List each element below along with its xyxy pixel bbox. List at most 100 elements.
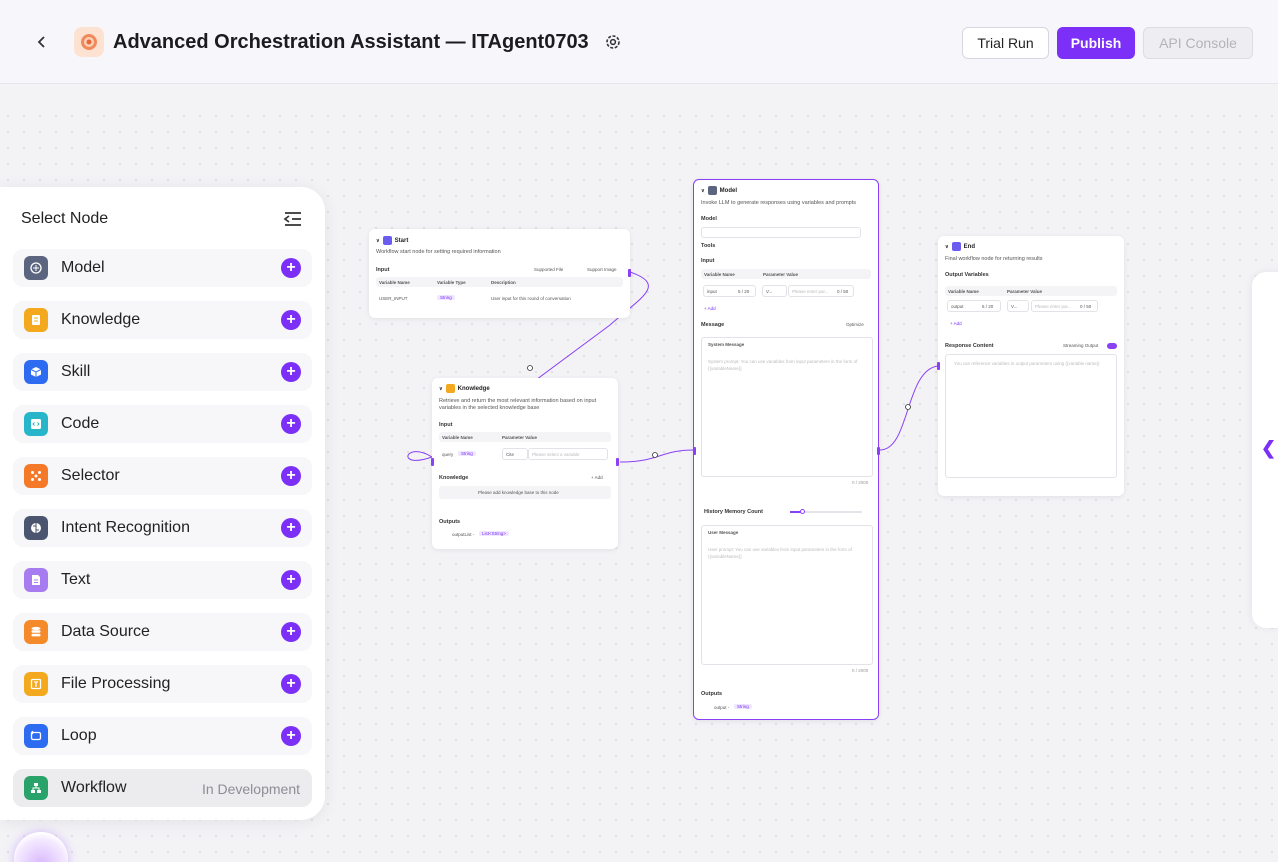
app-header: Advanced Orchestration Assistant — ITAge… <box>0 0 1278 84</box>
node-item-workflow[interactable]: Workflow In Development <box>13 769 312 807</box>
output-name: outputList - <box>452 532 475 537</box>
book-icon <box>24 308 48 332</box>
knowledge-node[interactable]: ∨ Knowledge Retrieve and return the most… <box>431 378 619 549</box>
file-processing-icon <box>24 672 48 696</box>
selector-icon <box>24 464 48 488</box>
response-content-label: Response Content <box>945 343 994 349</box>
node-item-data-source[interactable]: Data Source + <box>13 613 312 651</box>
workflow-status: In Development <box>201 781 300 797</box>
response-content-editor[interactable] <box>945 354 1117 478</box>
document-icon <box>24 568 48 592</box>
model-icon <box>24 256 48 280</box>
add-node-button[interactable]: + <box>281 726 301 746</box>
model-node-icon <box>707 186 717 195</box>
node-item-skill[interactable]: Skill + <box>13 353 312 391</box>
add-node-button[interactable]: + <box>281 518 301 538</box>
variable-type-tag: String <box>437 295 455 300</box>
add-input-button[interactable]: + Add <box>704 306 716 311</box>
node-description: Final workflow node for returning result… <box>945 256 1043 262</box>
node-title: End <box>963 243 976 250</box>
streaming-output-label: Streaming Output <box>1063 343 1099 348</box>
message-section-label: Message <box>701 322 725 328</box>
output-port[interactable] <box>877 447 880 455</box>
add-node-button[interactable]: + <box>281 310 301 330</box>
output-type-tag: String <box>734 704 752 709</box>
node-item-file-processing[interactable]: File Processing + <box>13 665 312 703</box>
api-console-button[interactable]: API Console <box>1143 27 1253 59</box>
empty-knowledge-text: Please add knowledge base to this node <box>478 490 559 495</box>
model-node[interactable]: ∨ Model Invoke LLM to generate responses… <box>693 179 880 720</box>
gear-icon[interactable] <box>603 32 623 52</box>
chevron-down-icon[interactable]: ∨ <box>701 188 705 194</box>
node-title: Knowledge <box>457 385 490 392</box>
output-variables-label: Output Variables <box>945 272 989 278</box>
input-port[interactable] <box>937 362 940 370</box>
add-node-button[interactable]: + <box>281 570 301 590</box>
knowledge-node-icon <box>445 384 455 393</box>
cube-icon <box>24 360 48 384</box>
trial-run-button[interactable]: Trial Run <box>962 27 1049 59</box>
add-output-button[interactable]: + Add <box>950 321 962 326</box>
node-item-selector[interactable]: Selector + <box>13 457 312 495</box>
chevron-down-icon[interactable]: ∨ <box>439 386 443 392</box>
add-node-button[interactable]: + <box>281 362 301 382</box>
brain-icon <box>24 516 48 540</box>
node-item-model[interactable]: Model + <box>13 249 312 287</box>
node-description: Retrieve and return the most relevant in… <box>439 398 597 411</box>
publish-button[interactable]: Publish <box>1057 27 1135 59</box>
output-name: output - <box>714 705 730 710</box>
optimize-button[interactable]: Optimize <box>846 322 864 327</box>
node-item-text[interactable]: Text + <box>13 561 312 599</box>
end-node[interactable]: ∨ End Final workflow node for returning … <box>937 236 1124 496</box>
streaming-output-toggle[interactable] <box>1107 343 1117 349</box>
chevron-down-icon[interactable]: ∨ <box>945 244 949 250</box>
support-image-checkbox[interactable]: Support Image <box>587 267 617 272</box>
outputs-section-label: Outputs <box>439 519 461 525</box>
code-icon <box>24 412 48 436</box>
workflow-icon <box>24 776 48 800</box>
history-memory-label: History Memory Count <box>704 509 763 515</box>
knowledge-section-label: Knowledge <box>439 475 469 481</box>
database-icon <box>24 620 48 644</box>
node-item-intent-recognition[interactable]: Intent Recognition + <box>13 509 312 547</box>
output-port[interactable] <box>616 458 619 466</box>
loop-icon <box>24 724 48 748</box>
chevron-left-icon: ❮ <box>1261 438 1277 458</box>
node-description: Invoke LLM to generate responses using v… <box>701 200 857 206</box>
add-node-button[interactable]: + <box>281 258 301 278</box>
right-drawer-toggle[interactable]: ❮ <box>1252 272 1278 628</box>
add-knowledge-button[interactable]: + Add <box>591 475 603 480</box>
page-title: Advanced Orchestration Assistant — ITAge… <box>113 31 589 53</box>
model-select[interactable] <box>701 227 861 238</box>
collapse-panel-icon[interactable] <box>283 209 303 229</box>
input-port[interactable] <box>431 458 434 466</box>
add-node-button[interactable]: + <box>281 622 301 642</box>
panel-title: Select Node <box>21 210 109 227</box>
node-item-knowledge[interactable]: Knowledge + <box>13 301 312 339</box>
node-item-code[interactable]: Code + <box>13 405 312 443</box>
add-node-button[interactable]: + <box>281 674 301 694</box>
input-section-label: Input <box>701 258 715 264</box>
start-node[interactable]: ∨ Start Workflow start node for setting … <box>369 229 631 318</box>
variable-type-tag: String <box>458 451 476 456</box>
variable-name: USER_INPUT <box>379 296 408 301</box>
node-description: Workflow start node for setting required… <box>376 249 501 255</box>
output-type-tag: List<String> <box>479 531 510 536</box>
model-section-label: Model <box>701 216 717 222</box>
outputs-section-label: Outputs <box>701 691 723 697</box>
input-port[interactable] <box>693 447 696 455</box>
node-item-loop[interactable]: Loop + <box>13 717 312 755</box>
add-node-button[interactable]: + <box>281 466 301 486</box>
back-arrow-icon[interactable] <box>30 30 54 54</box>
add-node-button[interactable]: + <box>281 414 301 434</box>
supported-file-checkbox[interactable]: Supported File <box>534 267 563 272</box>
input-section-label: Input <box>439 422 453 428</box>
app-avatar-icon <box>74 27 104 57</box>
node-title: Start <box>394 237 409 244</box>
node-title: Model <box>719 187 738 194</box>
variable-description: User input for this round of conversatio… <box>491 296 571 301</box>
chevron-down-icon[interactable]: ∨ <box>376 238 380 244</box>
output-port[interactable] <box>628 269 631 277</box>
history-memory-slider[interactable] <box>790 509 862 514</box>
input-section-label: Input <box>376 267 390 273</box>
